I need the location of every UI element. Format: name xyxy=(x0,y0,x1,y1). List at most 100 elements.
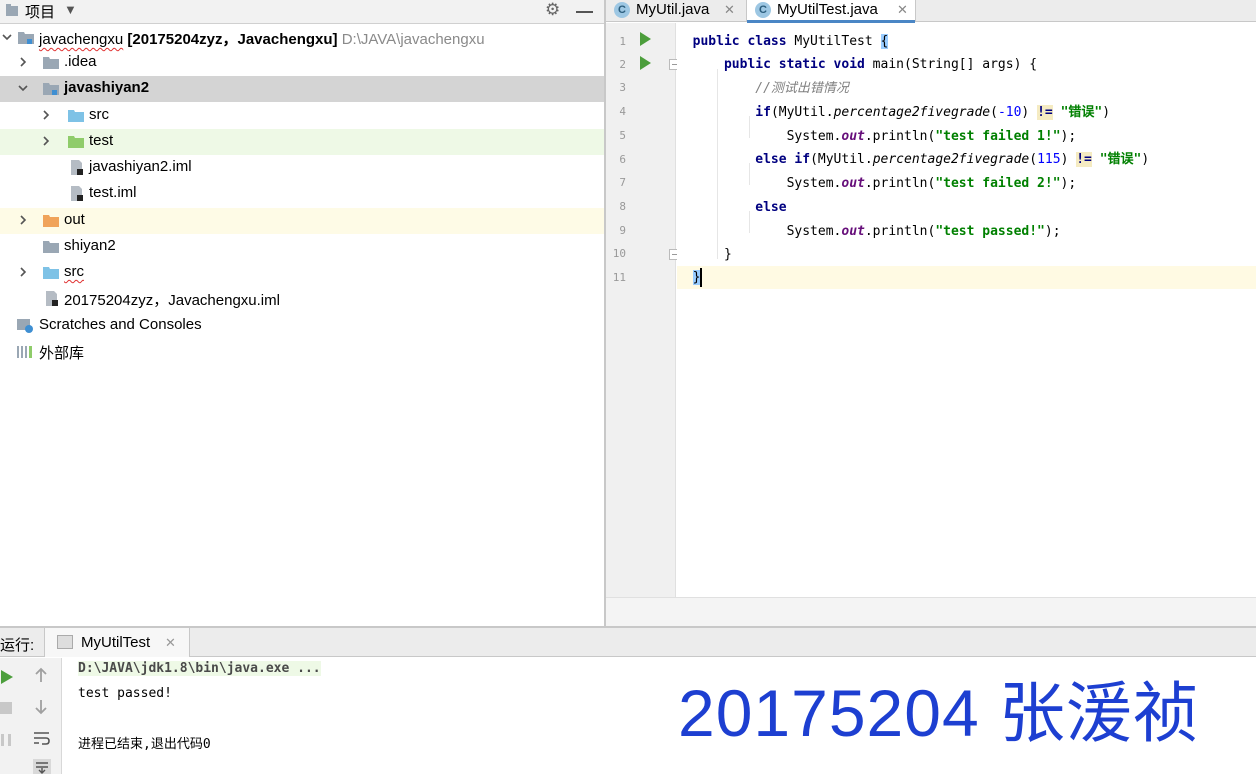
chevron-down-icon[interactable] xyxy=(2,30,12,44)
tree-item-src-root[interactable]: src xyxy=(0,260,604,286)
line-number: 3 xyxy=(619,81,626,94)
code-token: out xyxy=(841,176,865,191)
tree-item-label: javashiyan2 xyxy=(64,79,150,96)
tree-item-label: javashiyan2.iml xyxy=(89,158,192,175)
code-token: .println( xyxy=(864,129,936,144)
tab-label: MyUtil.java xyxy=(636,1,710,18)
tab-myutil-java[interactable]: C MyUtil.java ✕ xyxy=(606,0,746,22)
close-icon[interactable]: ✕ xyxy=(724,2,735,18)
chevron-right-icon[interactable] xyxy=(41,108,51,122)
folder-icon xyxy=(43,57,59,69)
run-tab-label: MyUtilTest xyxy=(81,634,151,651)
line-number: 8 xyxy=(619,200,626,213)
tree-item-external-libraries[interactable]: 外部库 xyxy=(0,339,604,365)
code-token: ) xyxy=(1102,105,1111,120)
rerun-icon[interactable] xyxy=(0,669,14,685)
tree-item-label: .idea xyxy=(64,53,97,70)
tree-item-label: 20175204zyz，Javachengxu.iml xyxy=(64,292,280,309)
tree-item-project-iml[interactable]: 20175204zyz，Javachengxu.iml xyxy=(0,286,604,312)
code-token: ) xyxy=(1060,152,1077,167)
code-token: System. xyxy=(786,176,842,191)
editor-gutter[interactable]: 1 2 3 4 5 6 7 8 9 10 11 xyxy=(606,23,680,597)
tree-item-label: shiyan2 xyxy=(64,237,116,254)
java-class-icon: C xyxy=(755,2,771,18)
run-config-icon xyxy=(57,635,73,649)
tree-item-label: javachengxu xyxy=(39,31,124,48)
run-tab-myutiltest[interactable]: MyUtilTest ✕ xyxy=(44,628,190,657)
code-token: } xyxy=(692,270,701,285)
console-output-line: test passed! xyxy=(78,686,172,701)
tree-item-label: src xyxy=(64,263,84,280)
pause-icon[interactable] xyxy=(0,733,13,747)
code-token: out xyxy=(841,224,865,239)
chevron-down-icon[interactable]: ▼ xyxy=(64,2,77,17)
editor-breadcrumb-bar xyxy=(606,597,1256,626)
arrow-down-icon[interactable] xyxy=(34,699,48,715)
tree-item-src[interactable]: src xyxy=(0,103,604,129)
scroll-to-end-icon[interactable] xyxy=(33,759,51,774)
line-number: 11 xyxy=(612,271,626,284)
code-token: public class xyxy=(692,34,787,49)
code-area[interactable]: public class MyUtilTest { public static … xyxy=(677,23,1256,597)
code-token: "test failed 1!" xyxy=(935,129,1061,144)
tree-item-label: src xyxy=(89,106,109,123)
tab-label: MyUtilTest.java xyxy=(777,1,878,18)
tree-item-shiyan2[interactable]: shiyan2 xyxy=(0,234,604,260)
code-token: ); xyxy=(1060,176,1077,191)
run-panel-label: 运行: xyxy=(0,637,35,654)
run-main-icon[interactable] xyxy=(640,56,651,70)
module-folder-icon xyxy=(43,83,59,95)
close-icon[interactable]: ✕ xyxy=(165,635,176,651)
chevron-right-icon[interactable] xyxy=(18,265,28,279)
run-class-icon[interactable] xyxy=(640,32,651,46)
code-token: .println( xyxy=(864,224,936,239)
folder-icon xyxy=(43,241,59,253)
chevron-right-icon[interactable] xyxy=(18,213,28,227)
arrow-up-icon[interactable] xyxy=(34,667,48,683)
project-panel-title[interactable]: 项目 xyxy=(25,1,55,22)
code-token: "错误" xyxy=(1060,105,1103,120)
tree-item-test-iml[interactable]: test.iml xyxy=(0,181,604,207)
gear-icon[interactable]: ⚙ xyxy=(545,0,560,20)
tree-item-scratches[interactable]: Scratches and Consoles xyxy=(0,313,604,339)
project-icon xyxy=(6,4,18,16)
tree-item-label: Scratches and Consoles xyxy=(39,316,202,333)
excluded-folder-icon xyxy=(43,215,59,227)
tab-myutiltest-java[interactable]: C MyUtilTest.java ✕ xyxy=(746,0,916,23)
tree-item-test[interactable]: test xyxy=(0,129,604,155)
line-number: 9 xyxy=(619,224,626,237)
chevron-down-icon[interactable] xyxy=(18,81,28,95)
line-number: 4 xyxy=(619,105,626,118)
run-panel-header: 运行: MyUtilTest ✕ xyxy=(0,628,1256,657)
stop-icon[interactable] xyxy=(0,701,13,715)
code-token: else xyxy=(755,200,787,215)
code-token: { xyxy=(880,34,889,49)
editor-tab-bar: C MyUtil.java ✕ C MyUtilTest.java ✕ xyxy=(606,0,1256,23)
close-icon[interactable]: ✕ xyxy=(897,2,908,18)
text-caret xyxy=(700,268,703,287)
tree-item-root[interactable]: javachengxu [20175204zyz，Javachengxu] D:… xyxy=(0,25,604,51)
tree-item-idea[interactable]: .idea xyxy=(0,50,604,76)
code-token: 115 xyxy=(1037,152,1061,167)
project-tool-window: 项目 ▼ ⚙ javachengxu [20175204zyz，Javachen… xyxy=(0,0,604,626)
soft-wrap-icon[interactable] xyxy=(33,731,51,747)
chevron-right-icon[interactable] xyxy=(41,134,51,148)
code-line-11: } xyxy=(677,266,1256,289)
code-editor: C MyUtil.java ✕ C MyUtilTest.java ✕ 1 2 … xyxy=(606,0,1256,626)
line-number: 2 xyxy=(619,58,626,71)
minimize-icon[interactable] xyxy=(576,11,593,13)
iml-file-icon xyxy=(71,160,83,175)
code-token: //测试出错情况 xyxy=(755,81,849,96)
student-id-watermark: 20175204 张湲祯 xyxy=(678,676,1200,750)
chevron-right-icon[interactable] xyxy=(18,55,28,69)
iml-file-icon xyxy=(71,186,83,201)
run-console[interactable]: D:\JAVA\jdk1.8\bin\java.exe ... test pas… xyxy=(62,658,1256,774)
code-token: out xyxy=(841,129,865,144)
module-folder-icon xyxy=(18,32,34,44)
code-token: "test passed!" xyxy=(935,224,1045,239)
tree-item-javashiyan2-iml[interactable]: javashiyan2.iml xyxy=(0,155,604,181)
tree-item-out[interactable]: out xyxy=(0,208,604,234)
iml-file-icon xyxy=(46,291,58,306)
tree-item-label: 外部库 xyxy=(39,345,85,362)
tree-item-javashiyan2[interactable]: javashiyan2 xyxy=(0,76,604,102)
